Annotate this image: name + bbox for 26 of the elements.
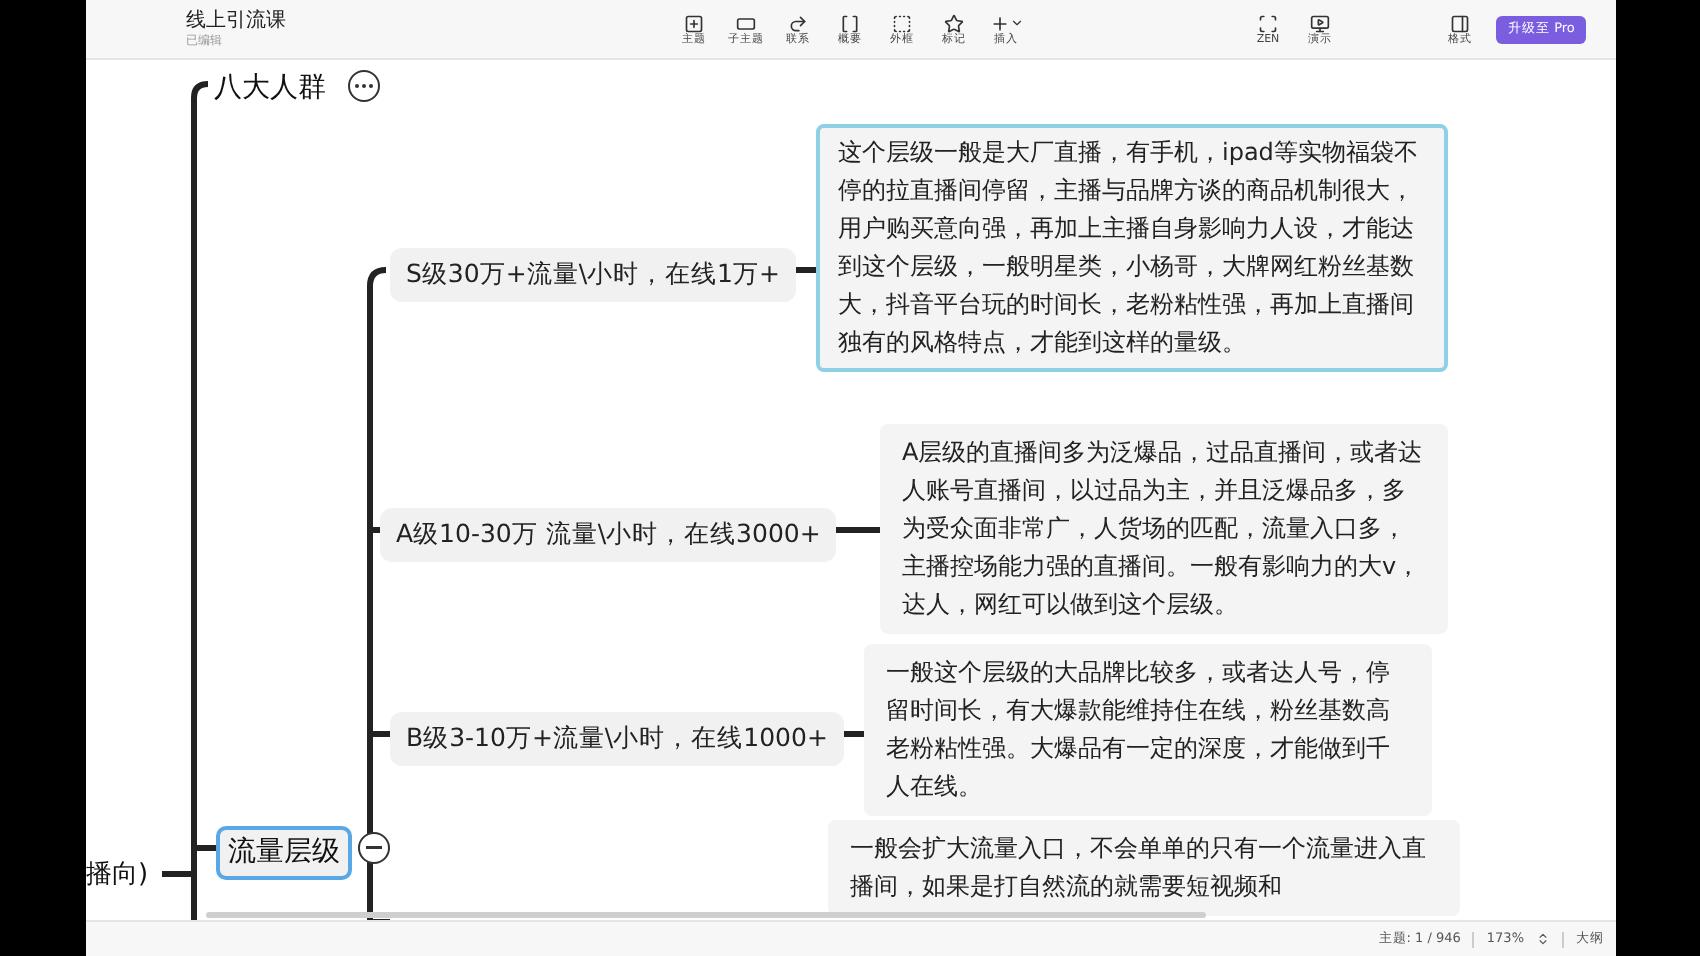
play-screen-icon (1310, 13, 1330, 34)
note-card[interactable]: 这个层级一般是大厂直播，有手机，ipad等实物福袋不停的拉直播间停留，主播与品牌方谈的商品机制很大，用户购买意向强，再加上主播自身影响力人设，才能达到这个层级，一般明星类，小杨哥，大牌网红粉丝基数大，抖音平台玩的时间长，老粉粘性强，再加上直播间独有的风格特点，才能到这样的量级。 (816, 124, 1448, 372)
expand-toggle-icon[interactable] (348, 70, 380, 102)
topic-node[interactable]: 流量层级 (216, 826, 352, 880)
square-plus-icon (684, 13, 704, 34)
note-card[interactable]: 一般会扩大流量入口，不会单单的只有一个流量进入直播间，如果是打自然流的就需要短视频和 (828, 820, 1460, 916)
subtopic-node[interactable]: S级30万+流量\小时，在线1万+ (390, 248, 796, 302)
rectangle-icon (736, 13, 756, 34)
subtopic-node[interactable]: B级3-10万+流量\小时，在线1000+ (390, 712, 844, 766)
curved-arrow-icon (788, 13, 808, 34)
root-topic[interactable]: 播向) (86, 856, 149, 895)
plus-icon (989, 13, 1009, 34)
connector-line (830, 527, 880, 533)
dashed-square-icon (892, 13, 912, 34)
topic-node[interactable]: 八大人群 (206, 64, 334, 114)
document-title: 线上引流课 (186, 11, 288, 31)
star-icon (944, 13, 964, 34)
collapse-toggle-icon[interactable] (358, 832, 390, 864)
note-card[interactable]: A层级的直播间多为泛爆品，过品直播间，或者达人账号直播间，以过品为主，并且泛爆品多，多为受众面非常广，人货场的匹配，流量入口多，主播控场能力强的直播间。一般有影响力的大v，达人，网红可以做到这个层级。 (880, 424, 1448, 634)
frame-corners-icon (1258, 13, 1278, 34)
bracket-icon (840, 13, 860, 34)
side-panel-icon (1450, 13, 1470, 34)
note-card[interactable]: 一般这个层级的大品牌比较多，或者达人号，停留时间长，有大爆款能维持住在线，粉丝基数高老粉粘性强。大爆品有一定的深度，才能做到千人在线。 (864, 644, 1432, 816)
caret-icon (1009, 16, 1023, 31)
up-down-chevron-icon[interactable] (1536, 932, 1550, 946)
subtopic-node[interactable]: A级10-30万 流量\小时，在线3000+ (380, 508, 837, 562)
